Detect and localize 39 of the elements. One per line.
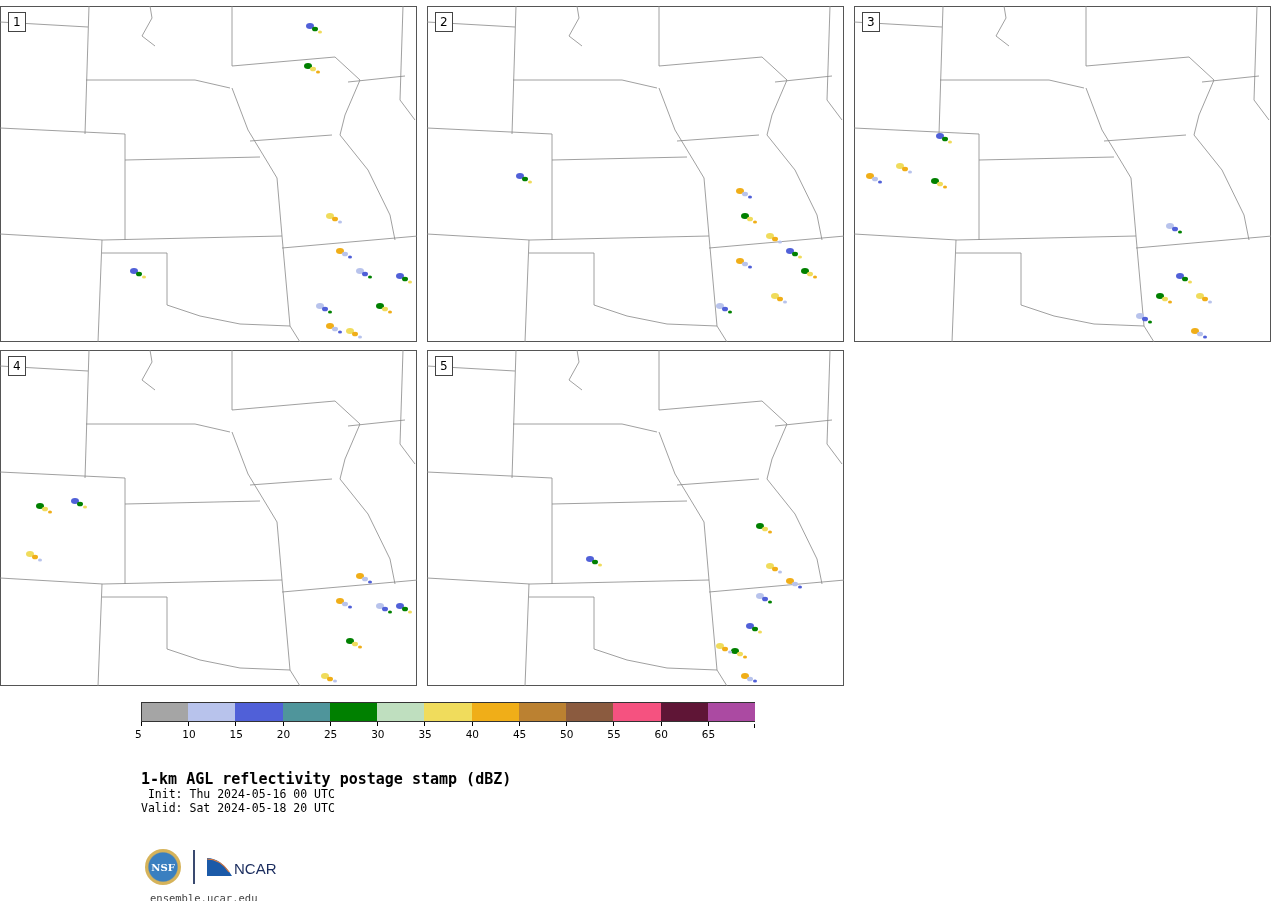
panel-number: 2 (435, 12, 453, 32)
tick-mark (660, 722, 662, 726)
tick-mark (471, 722, 473, 726)
tick-mark (141, 722, 142, 726)
tick-mark (235, 722, 237, 726)
tick-label: 40 (465, 728, 479, 740)
tick-label: 10 (182, 728, 196, 740)
tick-label: 20 (276, 728, 291, 740)
tick-mark (188, 722, 190, 726)
panel-number: 4 (8, 356, 26, 376)
tick-label: 45 (512, 728, 527, 740)
tick-label: 5 (135, 728, 142, 740)
tick-label: 55 (607, 728, 621, 740)
panel-number: 1 (8, 12, 26, 32)
tick-mark (329, 722, 331, 726)
tick-label: 65 (701, 728, 716, 740)
tick-mark (754, 724, 755, 728)
init-time: Init: Thu 2024-05-16 00 UTC (146, 787, 336, 801)
tick-mark (377, 722, 379, 726)
panel-number: 3 (862, 12, 880, 32)
tick-mark (566, 722, 568, 726)
logo-divider (193, 850, 195, 884)
ncar-wordmark: NCAR (234, 861, 277, 876)
tick-mark (707, 722, 709, 726)
tick-label: 30 (371, 728, 385, 740)
tick-label: 25 (323, 728, 338, 740)
tick-label: 35 (418, 728, 432, 740)
nsf-logo: NSF (145, 849, 181, 885)
tick-mark (518, 722, 520, 726)
chart-title: 1-km AGL reflectivity postage stamp (dBZ) (141, 771, 513, 787)
swoosh-icon (207, 858, 233, 876)
tick-label: 60 (654, 728, 668, 740)
valid-time: Valid: Sat 2024-05-18 20 UTC (141, 801, 336, 815)
tick-label: 15 (229, 728, 243, 740)
tick-mark (282, 722, 284, 726)
tick-label: 50 (560, 728, 574, 740)
tick-mark (424, 722, 426, 726)
panel-number: 5 (435, 356, 453, 376)
tick-mark (613, 722, 615, 726)
